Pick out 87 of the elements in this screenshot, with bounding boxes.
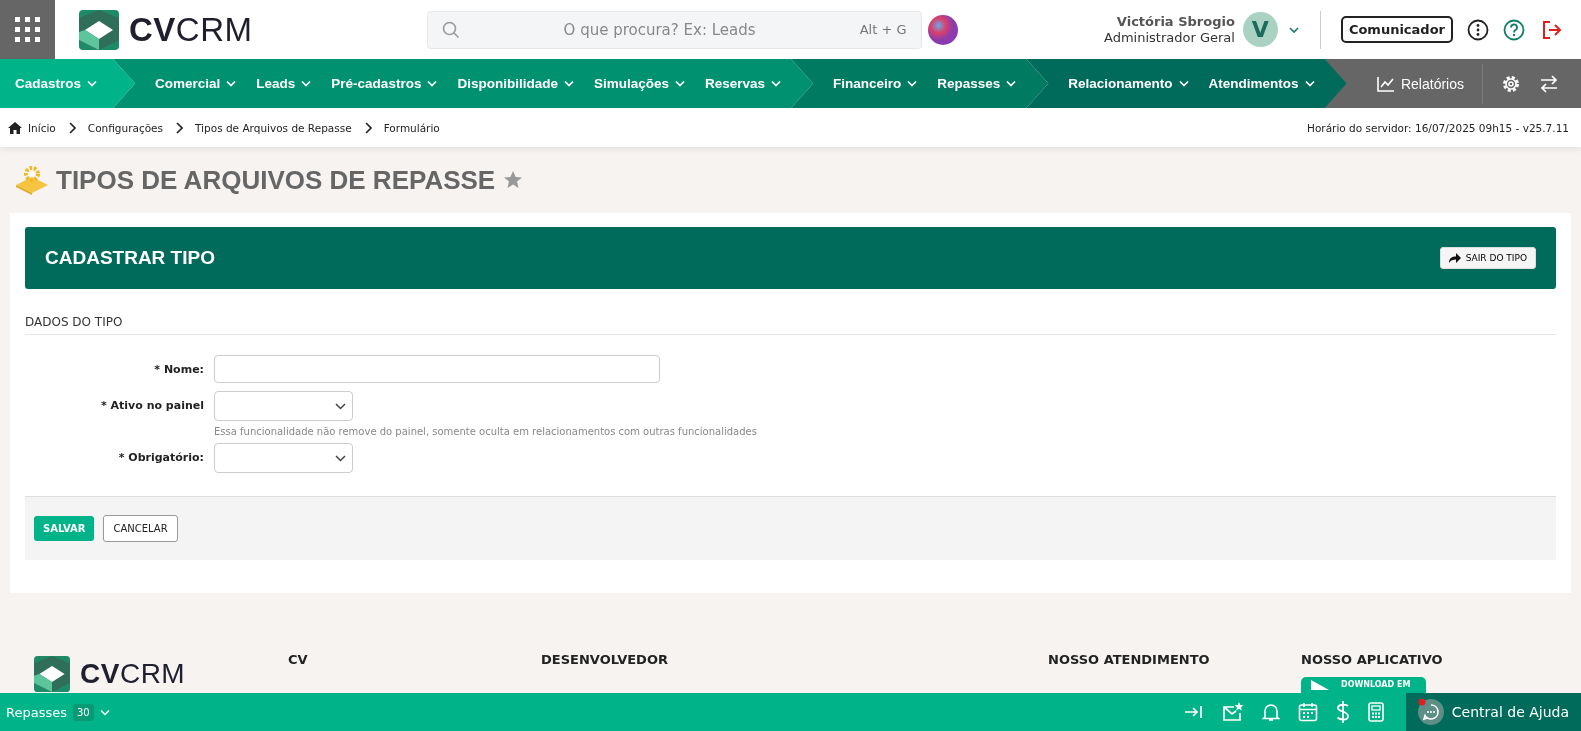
- search-icon: [441, 20, 460, 39]
- caret-icon: [563, 80, 574, 87]
- field-label: * Obrigatório:: [117, 450, 204, 466]
- assistant-orb-icon[interactable]: [927, 14, 958, 45]
- help-text: Essa funcionalidade não remove do painel, somente oculta em relacionamentos com outras funcionalidades: [214, 426, 758, 437]
- breadcrumb-link[interactable]: Formulário: [383, 121, 440, 134]
- caret-icon: [226, 80, 237, 87]
- bell-icon[interactable]: [1261, 702, 1280, 722]
- select-field[interactable]: [214, 443, 353, 473]
- caret-icon: [335, 454, 346, 462]
- logout-icon[interactable]: [1541, 18, 1563, 41]
- menu-item[interactable]: Financeiro: [833, 76, 918, 91]
- menu-item[interactable]: Pré-cadastros: [331, 76, 438, 91]
- dollar-icon[interactable]: [1335, 701, 1350, 723]
- exit-button[interactable]: SAIR DO TIPO: [1439, 247, 1536, 269]
- share-arrow-icon: [1448, 253, 1461, 263]
- caret-icon[interactable]: [1287, 25, 1300, 34]
- logo-icon: [79, 9, 119, 50]
- caret-icon: [1304, 80, 1315, 87]
- caret-icon: [771, 80, 781, 87]
- form-title: CADASTRAR TIPO: [45, 247, 215, 269]
- cancel-button[interactable]: CANCELAR: [103, 515, 178, 542]
- shortcut-hint: Alt + G: [859, 22, 907, 37]
- grid-icon: [13, 15, 42, 44]
- footer-heading: NOSSO APLICATIVO: [1301, 652, 1443, 667]
- mail-star-icon[interactable]: [1221, 702, 1244, 722]
- menu-item[interactable]: Reservas: [704, 76, 781, 91]
- breadcrumb-link[interactable]: Tipos de Arquivos de Repasse: [195, 121, 352, 134]
- user-avatar[interactable]: V: [1242, 12, 1278, 47]
- reports-menu-item[interactable]: Relatórios: [1376, 75, 1464, 92]
- footer-heading: DESENVOLVEDOR: [541, 652, 669, 667]
- communicator-button[interactable]: Comunicador: [1340, 16, 1453, 43]
- menu-item[interactable]: Simulações: [593, 76, 685, 91]
- field-label: * Ativo no painel: [99, 398, 204, 414]
- search-field[interactable]: O que procura? Ex: Leads Alt + G: [426, 10, 922, 49]
- menu-item[interactable]: Repasses: [937, 76, 1017, 91]
- footer-heading: CV: [288, 652, 309, 667]
- field-label: * Nome:: [153, 362, 204, 378]
- store-logo-icon: [1311, 680, 1329, 690]
- caret-icon: [99, 708, 110, 716]
- caret-icon: [1178, 80, 1189, 87]
- server-time: Horário do servidor: 16/07/2025 09h15 - v25.7.11: [1307, 121, 1569, 134]
- logo-text: CVCRM: [80, 657, 186, 690]
- user-name: Victória Sbrogio: [1116, 13, 1235, 30]
- line-chart-icon: [1376, 75, 1395, 92]
- chevron-right-icon: [363, 121, 372, 134]
- save-button[interactable]: SALVAR: [34, 516, 95, 541]
- page-title: TIPOS DE ARQUIVOS DE REPASSE: [56, 164, 496, 196]
- caret-icon: [1006, 80, 1017, 87]
- caret-icon: [674, 80, 685, 87]
- caret-icon: [335, 402, 346, 410]
- calendar-icon[interactable]: [1297, 702, 1318, 722]
- chat-bubble-icon: [1417, 699, 1444, 725]
- chevron-right-icon: [67, 121, 76, 134]
- more-options-icon[interactable]: [1467, 18, 1489, 41]
- module-selector[interactable]: Repasses 30: [0, 703, 110, 721]
- caret-icon: [301, 80, 312, 87]
- section-title: DADOS DO TIPO: [25, 289, 1556, 335]
- app-store-badge[interactable]: DOWNLOAD EM: [1301, 677, 1426, 693]
- name-input[interactable]: [214, 355, 660, 383]
- apps-menu-button[interactable]: [0, 0, 55, 59]
- select-field[interactable]: [214, 391, 353, 421]
- help-icon[interactable]: [1503, 18, 1525, 41]
- gear-box-icon: [16, 165, 48, 195]
- chevron-right-icon: [175, 121, 184, 134]
- logo-text: CVCRM: [129, 10, 253, 49]
- menu-item[interactable]: Relacionamento: [1068, 76, 1189, 91]
- caret-icon: [427, 80, 438, 87]
- calculator-icon[interactable]: [1367, 702, 1384, 722]
- favorite-star-icon[interactable]: [503, 170, 524, 190]
- home-icon: [8, 121, 22, 134]
- breadcrumb-link[interactable]: Início: [28, 121, 56, 134]
- menu-item[interactable]: Comercial: [155, 76, 237, 91]
- menu-item[interactable]: Leads: [256, 76, 312, 91]
- menu-item[interactable]: Atendimentos: [1208, 76, 1315, 91]
- menu-item[interactable]: Cadastros: [15, 76, 98, 91]
- swap-icon[interactable]: [1539, 73, 1559, 94]
- help-center-button[interactable]: Central de Ajuda: [1405, 693, 1581, 731]
- menu-item[interactable]: Disponibilidade: [457, 76, 574, 91]
- user-role: Administrador Geral: [1103, 29, 1235, 46]
- search-input[interactable]: O que procura? Ex: Leads: [469, 19, 850, 40]
- logo-icon: [34, 655, 70, 692]
- settings-icon[interactable]: [1501, 73, 1521, 94]
- footer-heading: NOSSO ATENDIMENTO: [1048, 652, 1211, 667]
- breadcrumb-link[interactable]: Configurações: [87, 121, 164, 134]
- caret-icon: [87, 80, 98, 87]
- caret-icon: [907, 80, 918, 87]
